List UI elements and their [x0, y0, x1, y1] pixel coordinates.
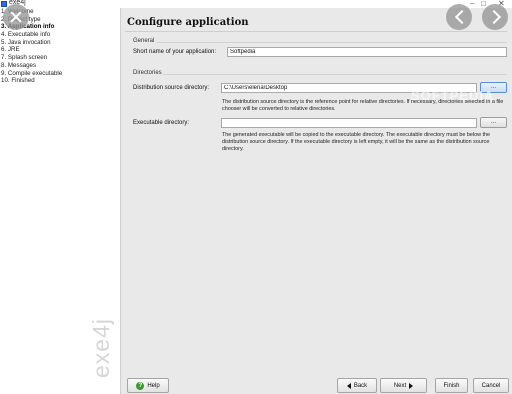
back-arrow-icon: [346, 382, 351, 389]
sidebar-step-8[interactable]: 8. Messages: [0, 62, 120, 70]
help-icon: ?: [136, 381, 145, 390]
sidebar-step-10[interactable]: 10. Finished: [0, 77, 120, 85]
distribution-directory-label: Distribution source directory:: [133, 85, 210, 91]
directories-section-divider: [163, 74, 507, 75]
help-button-label: Help: [147, 382, 160, 389]
help-button[interactable]: ? Help: [127, 378, 169, 393]
overlay-close-icon[interactable]: [3, 4, 29, 30]
minimize-button[interactable]: –: [470, 0, 474, 8]
overlay-prev-chevron-icon[interactable]: [446, 4, 472, 30]
sidebar-step-4[interactable]: 4. Executable info: [0, 31, 120, 39]
cancel-button-label: Cancel: [481, 382, 501, 389]
sidebar-step-7[interactable]: 7. Splash screen: [0, 54, 120, 62]
app-icon: [1, 1, 7, 7]
finish-button[interactable]: Finish: [435, 378, 468, 393]
directories-section-label: Directories: [133, 70, 162, 76]
next-button-label: Next: [393, 382, 407, 389]
next-button[interactable]: Next: [380, 378, 427, 393]
executable-directory-help: The generated executable will be copied …: [222, 132, 490, 152]
sidebar-step-6[interactable]: 6. JRE: [0, 46, 120, 54]
window-titlebar: exe4j – □ ✕: [0, 0, 512, 8]
title-divider: [125, 31, 507, 32]
sidebar-step-9[interactable]: 9. Compile executable: [0, 70, 120, 78]
short-name-label: Short name of your application:: [133, 49, 217, 55]
cancel-button[interactable]: Cancel: [473, 378, 509, 393]
general-section-divider: [157, 42, 507, 43]
back-button[interactable]: Back: [337, 378, 377, 393]
executable-browse-button[interactable]: ...: [480, 117, 507, 128]
sidebar-step-5[interactable]: 5. Java invocation: [0, 39, 120, 47]
page-title: Configure application: [127, 17, 249, 28]
wizard-steps-sidebar: 1. Welcome2. Project type3. Application …: [0, 8, 120, 394]
overlay-next-chevron-icon[interactable]: [482, 4, 508, 30]
short-name-input[interactable]: [227, 47, 507, 57]
next-arrow-icon: [409, 382, 414, 389]
brand-watermark: exe4j: [88, 318, 114, 378]
finish-button-label: Finish: [443, 382, 460, 389]
general-section-label: General: [133, 38, 155, 44]
executable-directory-input[interactable]: [221, 118, 477, 128]
main-panel: Configure application General Short name…: [120, 8, 512, 394]
softpedia-watermark: SOFTPEDIA: [411, 88, 495, 103]
back-button-label: Back: [353, 382, 368, 389]
executable-directory-label: Executable directory:: [133, 120, 190, 126]
